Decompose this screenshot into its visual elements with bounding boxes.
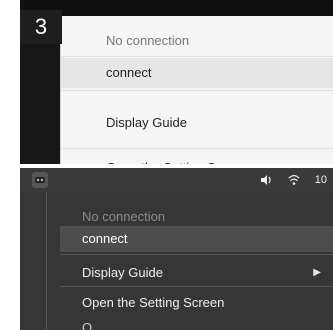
menu-separator — [60, 286, 333, 287]
menu-separator — [61, 90, 333, 91]
menu-item-open-setting-screen[interactable]: Open the Setting Screen — [60, 290, 333, 316]
mac-menu-panel: 10 No connection connect Display Guide ▶… — [20, 168, 333, 330]
menu-item-connect[interactable]: connect — [60, 226, 333, 252]
menu-separator — [61, 56, 333, 57]
speaker-icon[interactable] — [259, 173, 273, 187]
menu-item-display-guide[interactable]: Display Guide — [61, 108, 333, 138]
tutorial-screenshot: No connection connect Display Guide Open… — [0, 0, 333, 330]
menu-item-no-connection: No connection — [106, 33, 190, 48]
battery-percentage: 10 — [314, 174, 327, 186]
menu-separator — [60, 254, 333, 255]
menubar-status-area: 10 — [259, 171, 327, 189]
app-glyph-icon — [35, 177, 45, 183]
menu-item-open-setting-screen[interactable]: Open the Setting Screen — [61, 153, 333, 164]
taskbar-strip — [20, 0, 333, 16]
context-menu: No connection connect Display Guide Open… — [60, 16, 333, 164]
menu-left-divider — [46, 192, 47, 330]
step-number-badge: 3 — [20, 10, 62, 44]
mac-menubar: 10 — [20, 168, 333, 192]
menu-item-connect[interactable]: connect — [61, 58, 333, 88]
menu-item-label: Display Guide — [82, 265, 163, 280]
app-icon[interactable] — [32, 172, 48, 188]
menu-separator — [61, 148, 333, 149]
submenu-arrow-icon: ▶ — [313, 267, 321, 278]
windows-context-menu-panel: No connection connect Display Guide Open… — [0, 0, 333, 164]
cutoff-menu-item: Q... — [82, 320, 103, 330]
menu-item-display-guide[interactable]: Display Guide ▶ — [60, 260, 333, 286]
wifi-icon[interactable] — [287, 173, 301, 187]
